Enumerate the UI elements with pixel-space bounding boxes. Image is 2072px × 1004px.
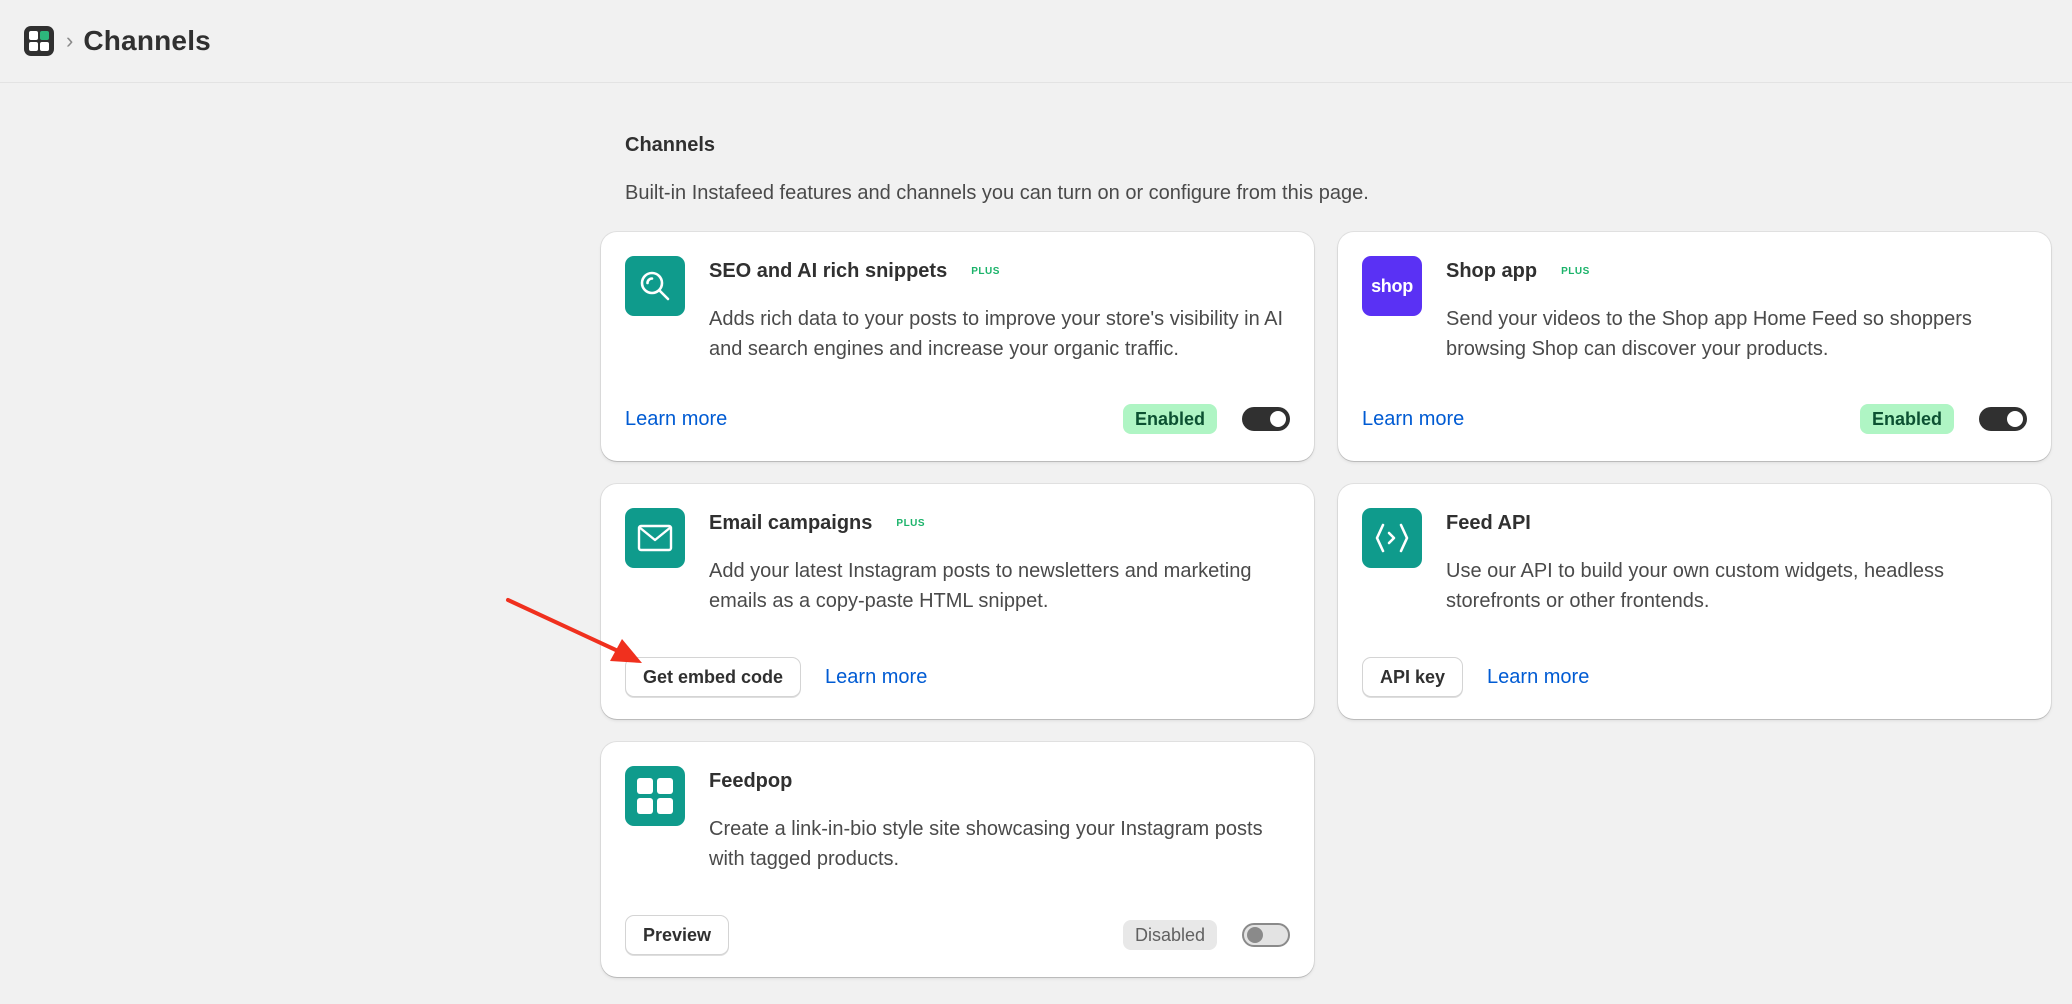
- breadcrumb-separator: ›: [66, 28, 74, 53]
- grid-icon: [625, 766, 685, 826]
- plus-badge: PLUS: [971, 266, 1000, 277]
- enable-toggle[interactable]: [1242, 923, 1290, 947]
- shop-app-card: shop Shop app PLUS Send your videos to t…: [1338, 232, 2051, 461]
- learn-more-link[interactable]: Learn more: [825, 666, 927, 689]
- card-footer: Learn more Enabled: [1362, 399, 2027, 439]
- enable-toggle[interactable]: [1979, 407, 2027, 431]
- card-title: Feed API: [1446, 512, 1531, 535]
- card-footer: API key Learn more: [1362, 657, 2027, 697]
- plus-badge: PLUS: [1561, 266, 1590, 277]
- status-badge: Disabled: [1122, 920, 1217, 950]
- status-badge: Enabled: [1122, 404, 1217, 434]
- status-badge: Enabled: [1859, 404, 1954, 434]
- learn-more-link[interactable]: Learn more: [625, 408, 727, 431]
- code-icon: [1362, 508, 1422, 568]
- email-campaigns-card: Email campaigns PLUS Add your latest Ins…: [601, 484, 1314, 719]
- feedpop-card: Feedpop Create a link-in-bio style site …: [601, 742, 1314, 977]
- card-description: Use our API to build your own custom wid…: [1446, 560, 1945, 612]
- card-title: Email campaigns PLUS: [709, 512, 925, 535]
- card-description: Create a link-in-bio style site showcasi…: [709, 818, 1263, 870]
- shop-logo-icon: shop: [1362, 256, 1422, 316]
- page-title: Channels: [83, 25, 211, 56]
- preview-button[interactable]: Preview: [625, 915, 730, 955]
- card-title-text: Shop app: [1446, 260, 1538, 282]
- section-description: Built-in Instafeed features and channels…: [625, 182, 1369, 204]
- card-footer: Learn more Enabled: [625, 399, 1290, 439]
- section-title: Channels: [625, 134, 716, 156]
- app-logo-icon[interactable]: [24, 26, 54, 56]
- card-title-text: SEO and AI rich snippets: [709, 260, 948, 282]
- get-embed-code-button[interactable]: Get embed code: [625, 657, 802, 697]
- mail-icon: [625, 508, 685, 568]
- top-bar: › Channels: [0, 0, 2072, 83]
- learn-more-link[interactable]: Learn more: [1487, 666, 1589, 689]
- card-description: Adds rich data to your posts to improve …: [709, 308, 1284, 360]
- card-title: Feedpop: [709, 770, 792, 793]
- card-title-text: Feed API: [1446, 512, 1531, 534]
- card-description: Add your latest Instagram posts to newsl…: [709, 560, 1252, 612]
- card-title-text: Email campaigns: [709, 512, 873, 534]
- card-title: Shop app PLUS: [1446, 260, 1590, 283]
- api-key-button[interactable]: API key: [1362, 657, 1464, 697]
- annotation-arrow-icon: [506, 598, 642, 663]
- learn-more-link[interactable]: Learn more: [1362, 408, 1464, 431]
- card-description: Send your videos to the Shop app Home Fe…: [1446, 308, 1972, 360]
- feed-api-card: Feed API Use our API to build your own c…: [1338, 484, 2051, 719]
- card-footer: Preview Disabled: [625, 915, 1290, 955]
- card-footer: Get embed code Learn more: [625, 657, 1290, 697]
- seo-card: SEO and AI rich snippets PLUS Adds rich …: [601, 232, 1314, 461]
- plus-badge: PLUS: [896, 518, 926, 529]
- card-title: SEO and AI rich snippets PLUS: [709, 260, 1000, 283]
- search-icon: [625, 256, 685, 316]
- card-title-text: Feedpop: [709, 770, 793, 792]
- enable-toggle[interactable]: [1242, 407, 1290, 431]
